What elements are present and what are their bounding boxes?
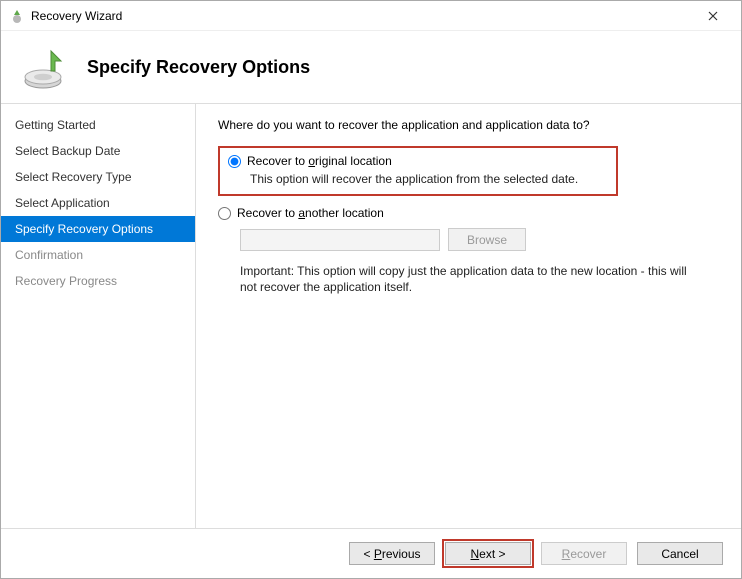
app-icon xyxy=(9,8,25,24)
close-button[interactable] xyxy=(693,2,733,30)
browse-button: Browse xyxy=(448,228,526,251)
option-another-location: Recover to another location Browse Impor… xyxy=(218,206,725,295)
another-location-path-input xyxy=(240,229,440,251)
previous-button[interactable]: < Previous xyxy=(349,542,435,565)
radio-original-location-row[interactable]: Recover to original location xyxy=(228,154,608,168)
next-button[interactable]: Next > xyxy=(445,542,531,565)
wizard-header: Specify Recovery Options xyxy=(1,31,741,104)
radio-another-location[interactable] xyxy=(218,207,231,220)
step-recovery-progress: Recovery Progress xyxy=(1,268,195,294)
step-specify-recovery-options[interactable]: Specify Recovery Options xyxy=(1,216,195,242)
radio-another-location-row[interactable]: Recover to another location xyxy=(218,206,725,220)
step-confirmation: Confirmation xyxy=(1,242,195,268)
radio-another-label: Recover to another location xyxy=(237,206,384,220)
step-getting-started[interactable]: Getting Started xyxy=(1,112,195,138)
cancel-button[interactable]: Cancel xyxy=(637,542,723,565)
step-select-recovery-type[interactable]: Select Recovery Type xyxy=(1,164,195,190)
another-location-important-note: Important: This option will copy just th… xyxy=(240,263,700,295)
option-original-location: Recover to original location This option… xyxy=(218,146,618,196)
radio-original-location[interactable] xyxy=(228,155,241,168)
content-prompt: Where do you want to recover the applica… xyxy=(218,118,725,132)
recovery-wizard-window: Recovery Wizard Specify Recovery Options… xyxy=(0,0,742,579)
wizard-footer: < Previous Next > Recover Cancel xyxy=(1,528,741,578)
step-select-application[interactable]: Select Application xyxy=(1,190,195,216)
option-original-desc: This option will recover the application… xyxy=(250,172,608,186)
another-location-controls: Browse xyxy=(240,228,725,251)
page-title: Specify Recovery Options xyxy=(87,57,310,78)
step-select-backup-date[interactable]: Select Backup Date xyxy=(1,138,195,164)
wizard-steps-sidebar: Getting Started Select Backup Date Selec… xyxy=(1,104,196,528)
titlebar: Recovery Wizard xyxy=(1,1,741,31)
recovery-icon xyxy=(21,43,69,91)
radio-original-label: Recover to original location xyxy=(247,154,392,168)
window-title: Recovery Wizard xyxy=(31,9,693,23)
wizard-content: Where do you want to recover the applica… xyxy=(196,104,741,528)
recover-button: Recover xyxy=(541,542,627,565)
wizard-body: Getting Started Select Backup Date Selec… xyxy=(1,104,741,528)
